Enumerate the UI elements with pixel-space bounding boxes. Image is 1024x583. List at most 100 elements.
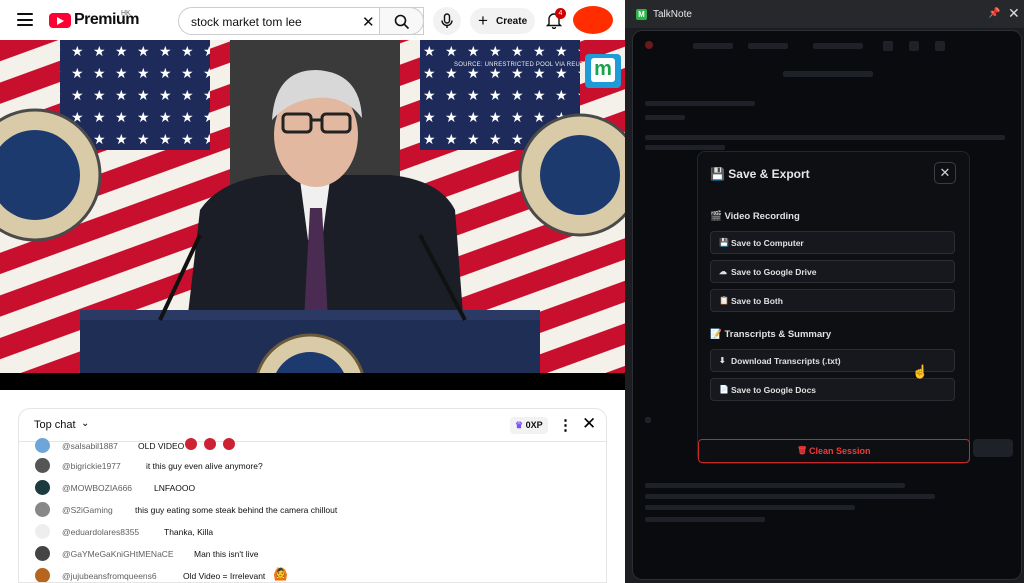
- background-text: [645, 101, 755, 106]
- download-icon: ⬇: [719, 356, 726, 365]
- hand-cursor-icon: ☝: [912, 364, 929, 379]
- background-text: [645, 494, 935, 499]
- menu-icon[interactable]: [17, 13, 33, 26]
- modal-title: 💾 Save & Export: [710, 167, 810, 181]
- background-tab: [748, 43, 788, 49]
- more-options-icon[interactable]: ⋮: [558, 416, 573, 434]
- chat-text: OLD VIDEO: [138, 441, 185, 451]
- notifications-button[interactable]: 4: [545, 8, 566, 30]
- save-to-google-docs-label: Save to Google Docs: [731, 385, 817, 395]
- chat-author[interactable]: @eduardolares8355: [62, 527, 139, 537]
- trash-icon: 🗑: [797, 446, 808, 455]
- download-transcripts-label: Download Transcripts (.txt): [731, 356, 841, 366]
- close-chat-icon[interactable]: ✕: [582, 414, 596, 434]
- create-label: Create: [496, 16, 528, 27]
- youtube-premium-logo[interactable]: Premium HK: [49, 10, 139, 28]
- video-recording-label: Video Recording: [724, 211, 800, 222]
- talknote-title: TalkNote: [653, 9, 692, 20]
- talknote-app-icon: M: [636, 9, 647, 20]
- close-modal-button[interactable]: ✕: [934, 162, 956, 184]
- microphone-icon: [441, 13, 453, 28]
- video-source-caption: SOURCE: UNRESTRICTED POOL VIA REUTERS: [454, 62, 597, 68]
- modal-title-text: Save & Export: [728, 167, 810, 181]
- chat-mode-selector[interactable]: Top chat: [34, 419, 76, 431]
- avatar[interactable]: [35, 546, 50, 561]
- create-button[interactable]: + Create: [470, 8, 535, 34]
- save-to-both-button[interactable]: 📋 Save to Both: [710, 289, 955, 312]
- chat-header: Top chat ⌄ ♛ 0XP ⋮ ✕: [19, 409, 606, 442]
- notification-count-badge: 4: [555, 8, 566, 19]
- emoji-stickers: [185, 438, 239, 450]
- record-indicator: [645, 41, 653, 49]
- chat-author[interactable]: @jujubeansfromqueens6: [62, 571, 157, 581]
- chat-text: LNFAOOO: [154, 483, 196, 493]
- document-icon: 📄: [719, 385, 729, 394]
- chat-text: this guy eating some steak behind the ca…: [135, 505, 338, 515]
- background-text: [645, 135, 1005, 140]
- plus-icon: +: [478, 11, 488, 30]
- chat-author[interactable]: @S2iGaming: [62, 505, 113, 515]
- clean-session-label: Clean Session: [809, 446, 871, 456]
- clipboard-icon: 📋: [719, 296, 729, 305]
- floppy-disk-icon: 💾: [710, 167, 725, 181]
- talknote-window: M TalkNote 📌 ✕ 💾 Save & Export ✕ 🎬 Video…: [625, 0, 1024, 583]
- clear-search-icon[interactable]: ✕: [362, 13, 375, 31]
- avatar[interactable]: [35, 502, 50, 517]
- crown-icon: ♛: [515, 420, 524, 430]
- save-to-google-docs-button[interactable]: 📄 Save to Google Docs: [710, 378, 955, 401]
- xp-badge[interactable]: ♛ 0XP: [510, 417, 548, 434]
- background-icon: [935, 41, 945, 51]
- search-icon: [394, 14, 410, 30]
- background-button: [973, 439, 1013, 457]
- search-button[interactable]: [379, 7, 424, 35]
- background-tab: [693, 43, 733, 49]
- chat-text: it this guy even alive anymore?: [146, 461, 263, 471]
- chat-text: Man this isn't live: [194, 549, 259, 559]
- youtube-play-icon: [49, 12, 71, 28]
- save-to-computer-button[interactable]: 💾 Save to Computer: [710, 231, 955, 254]
- background-text: [645, 517, 765, 522]
- avatar[interactable]: [35, 438, 50, 453]
- chat-text: Old Video = Irrelevant: [183, 571, 266, 581]
- clean-session-button[interactable]: 🗑 Clean Session: [698, 439, 970, 463]
- background-tab: [813, 43, 863, 49]
- chat-author[interactable]: @salsabil1887: [62, 441, 118, 451]
- background-icon: [909, 41, 919, 51]
- video-recording-heading: 🎬 Video Recording: [710, 211, 800, 222]
- xp-label: 0XP: [525, 420, 543, 430]
- person-gesturing-emoji: 🙆: [273, 567, 288, 581]
- avatar[interactable]: [35, 458, 50, 473]
- background-text: [645, 505, 855, 510]
- talknote-content: 💾 Save & Export ✕ 🎬 Video Recording 💾 Sav…: [632, 30, 1022, 580]
- region-label: HK: [121, 10, 131, 17]
- youtube-window: Premium HK stock market tom lee ✕ + Crea…: [0, 0, 625, 583]
- avatar[interactable]: [35, 524, 50, 539]
- video-frame: ★: [0, 40, 625, 390]
- chat-author[interactable]: @GaYMeGaKniGHtMENaCE: [62, 549, 174, 559]
- save-to-google-drive-button[interactable]: ☁ Save to Google Drive: [710, 260, 955, 283]
- transcripts-label: Transcripts & Summary: [724, 329, 832, 340]
- youtube-header: Premium HK stock market tom lee ✕ + Crea…: [0, 0, 625, 40]
- voice-search-button[interactable]: [433, 7, 461, 35]
- background-text: [645, 145, 725, 150]
- account-avatar[interactable]: [573, 6, 613, 34]
- chat-author[interactable]: @bigrickie1977: [62, 461, 121, 471]
- close-window-icon[interactable]: ✕: [1008, 5, 1020, 22]
- save-to-google-drive-label: Save to Google Drive: [731, 267, 817, 277]
- clapper-board-icon: 🎬: [710, 211, 722, 222]
- talknote-titlebar: M TalkNote 📌 ✕: [625, 0, 1024, 28]
- avatar[interactable]: [35, 568, 50, 582]
- video-player[interactable]: ★: [0, 40, 625, 390]
- search-query: stock market tom lee: [191, 15, 302, 29]
- background-text: [645, 483, 905, 488]
- save-to-both-label: Save to Both: [731, 296, 783, 306]
- transcripts-heading: 📝 Transcripts & Summary: [710, 329, 831, 340]
- background-text: [783, 71, 873, 77]
- background-icon: [645, 417, 651, 423]
- background-text: [645, 115, 685, 120]
- pin-icon[interactable]: 📌: [988, 8, 1000, 19]
- chevron-down-icon[interactable]: ⌄: [81, 418, 89, 429]
- avatar[interactable]: [35, 480, 50, 495]
- chat-author[interactable]: @MOWBOZIA666: [62, 483, 132, 493]
- save-export-modal: 💾 Save & Export ✕ 🎬 Video Recording 💾 Sav…: [697, 151, 970, 464]
